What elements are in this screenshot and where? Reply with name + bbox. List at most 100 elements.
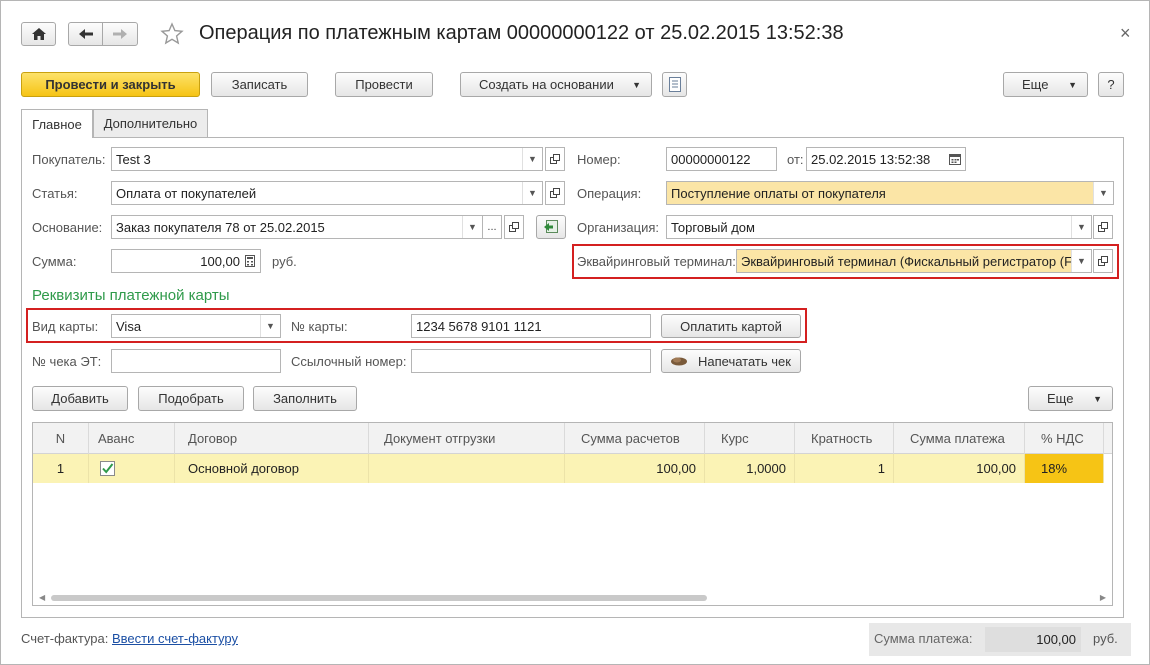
operation-field[interactable]: Поступление оплаты от покупателя ▼ bbox=[666, 181, 1114, 205]
print-receipt-button[interactable]: Напечатать чек bbox=[661, 349, 801, 373]
more-actions-label: Еще bbox=[1022, 77, 1049, 92]
number-value: 00000000122 bbox=[671, 151, 751, 167]
terminal-field[interactable]: Эквайринговый терминал (Фискальный регис… bbox=[736, 249, 1092, 273]
payment-total-label: Сумма платежа: bbox=[874, 631, 973, 646]
chevron-down-icon[interactable]: ▼ bbox=[1071, 250, 1091, 272]
buyer-field[interactable]: Test 3 ▼ bbox=[111, 147, 543, 171]
document-list-icon bbox=[668, 77, 681, 92]
chevron-down-icon[interactable]: ▼ bbox=[1093, 182, 1113, 204]
column-header-payment-sum[interactable]: Сумма платежа bbox=[894, 423, 1025, 454]
chevron-down-icon[interactable]: ▼ bbox=[522, 148, 542, 170]
organization-field[interactable]: Торговый дом ▼ bbox=[666, 215, 1092, 239]
back-button[interactable] bbox=[68, 22, 103, 46]
column-header-advance[interactable]: Аванс bbox=[89, 423, 175, 454]
create-based-on-button[interactable]: Создать на основании ▼ bbox=[460, 72, 652, 97]
report-button[interactable] bbox=[662, 72, 687, 97]
print-receipt-label: Напечатать чек bbox=[698, 353, 791, 369]
basis-select-button[interactable]: ... bbox=[482, 215, 502, 239]
home-button[interactable] bbox=[21, 22, 56, 46]
open-window-icon bbox=[1097, 255, 1108, 266]
basis-value: Заказ покупателя 78 от 25.02.2015 bbox=[116, 219, 325, 235]
calendar-icon[interactable] bbox=[945, 153, 965, 165]
article-value: Оплата от покупателей bbox=[116, 185, 257, 201]
column-header-multiplicity[interactable]: Кратность bbox=[795, 423, 894, 454]
sum-field[interactable]: 100,00 bbox=[111, 249, 261, 273]
column-header-rate[interactable]: Курс bbox=[705, 423, 795, 454]
payment-total-panel: Сумма платежа: 100,00 руб. bbox=[869, 623, 1131, 656]
post-and-close-button[interactable]: Провести и закрыть bbox=[21, 72, 200, 97]
payments-table[interactable]: N Аванс Договор Документ отгрузки Сумма … bbox=[32, 422, 1113, 606]
forward-button[interactable] bbox=[102, 22, 138, 46]
help-button[interactable]: ? bbox=[1098, 72, 1124, 97]
basis-field[interactable]: Заказ покупателя 78 от 25.02.2015 ▼ bbox=[111, 215, 483, 239]
add-row-button[interactable]: Добавить bbox=[32, 386, 128, 411]
card-type-value: Visa bbox=[116, 318, 142, 334]
column-header-contract[interactable]: Договор bbox=[175, 423, 369, 454]
basis-label: Основание: bbox=[32, 220, 103, 235]
card-number-field[interactable]: 1234 5678 9101 1121 bbox=[411, 314, 651, 338]
date-value: 25.02.2015 13:52:38 bbox=[811, 151, 931, 167]
terminal-label: Эквайринговый терминал: bbox=[577, 254, 736, 269]
terminal-open-button[interactable] bbox=[1093, 249, 1113, 273]
chevron-down-icon[interactable]: ▼ bbox=[260, 315, 280, 337]
date-field[interactable]: 25.02.2015 13:52:38 bbox=[806, 147, 966, 171]
table-more-button[interactable]: Еще ▼ bbox=[1028, 386, 1113, 411]
more-actions-button[interactable]: Еще ▼ bbox=[1003, 72, 1088, 97]
tab-additional[interactable]: Дополнительно bbox=[93, 109, 208, 137]
arrow-right-icon bbox=[113, 29, 127, 39]
sum-value: 100,00 bbox=[200, 253, 240, 269]
enter-invoice-link[interactable]: Ввести счет-фактуру bbox=[112, 631, 238, 646]
operation-label: Операция: bbox=[577, 186, 642, 201]
article-open-button[interactable] bbox=[545, 181, 565, 205]
fill-button[interactable]: Заполнить bbox=[253, 386, 357, 411]
scroll-left-icon[interactable]: ◀ bbox=[39, 593, 45, 602]
column-header-vat[interactable]: % НДС bbox=[1025, 423, 1104, 454]
buyer-label: Покупатель: bbox=[32, 152, 106, 167]
chevron-down-icon: ▼ bbox=[1093, 393, 1102, 404]
card-number-label: № карты: bbox=[291, 319, 348, 334]
chevron-down-icon: ▼ bbox=[632, 79, 641, 90]
basis-open-button[interactable] bbox=[504, 215, 524, 239]
organization-open-button[interactable] bbox=[1093, 215, 1113, 239]
post-button[interactable]: Провести bbox=[335, 72, 433, 97]
scroll-right-icon[interactable]: ▶ bbox=[1100, 593, 1106, 602]
terminal-value: Эквайринговый терминал (Фискальный регис… bbox=[741, 253, 1071, 269]
save-button[interactable]: Записать bbox=[211, 72, 308, 97]
fill-by-basis-button[interactable] bbox=[536, 215, 566, 239]
reference-number-field[interactable] bbox=[411, 349, 651, 373]
calculator-icon[interactable] bbox=[240, 255, 260, 267]
receipt-number-field[interactable] bbox=[111, 349, 281, 373]
card-section-title: Реквизиты платежной карты bbox=[32, 287, 230, 304]
column-header-n[interactable]: N bbox=[33, 423, 89, 454]
chevron-down-icon[interactable]: ▼ bbox=[462, 216, 482, 238]
home-icon bbox=[31, 28, 46, 40]
favorite-button[interactable] bbox=[159, 21, 185, 47]
payment-total-currency: руб. bbox=[1093, 631, 1118, 646]
number-field[interactable]: 00000000122 bbox=[666, 147, 777, 171]
cell-advance[interactable] bbox=[89, 454, 175, 483]
article-field[interactable]: Оплата от покупателей ▼ bbox=[111, 181, 543, 205]
receipt-printer-icon bbox=[671, 357, 687, 366]
card-type-field[interactable]: Visa ▼ bbox=[111, 314, 281, 338]
cell-shipment-doc bbox=[369, 454, 565, 483]
open-window-icon bbox=[508, 221, 519, 232]
close-icon[interactable]: × bbox=[1120, 23, 1131, 44]
payment-total-value: 100,00 bbox=[985, 627, 1081, 652]
table-horizontal-scrollbar[interactable]: ◀ ▶ bbox=[39, 593, 1106, 603]
chevron-down-icon[interactable]: ▼ bbox=[1071, 216, 1091, 238]
invoice-label: Счет-фактура: bbox=[21, 631, 109, 646]
table-header: N Аванс Договор Документ отгрузки Сумма … bbox=[33, 423, 1112, 454]
pick-button[interactable]: Подобрать bbox=[138, 386, 244, 411]
cell-vat: 18% bbox=[1025, 454, 1104, 483]
tab-main[interactable]: Главное bbox=[21, 109, 93, 138]
open-window-icon bbox=[1097, 221, 1108, 232]
create-based-on-label: Создать на основании bbox=[479, 77, 614, 92]
pay-by-card-button[interactable]: Оплатить картой bbox=[661, 314, 801, 338]
checkbox-checked-icon[interactable] bbox=[100, 461, 115, 476]
column-header-shipment-doc[interactable]: Документ отгрузки bbox=[369, 423, 565, 454]
column-header-settlement-sum[interactable]: Сумма расчетов bbox=[565, 423, 705, 454]
scrollbar-thumb[interactable] bbox=[51, 595, 707, 601]
buyer-open-button[interactable] bbox=[545, 147, 565, 171]
table-row[interactable]: 1 Основной договор 100,00 1,0000 1 100,0… bbox=[33, 454, 1104, 483]
chevron-down-icon[interactable]: ▼ bbox=[522, 182, 542, 204]
